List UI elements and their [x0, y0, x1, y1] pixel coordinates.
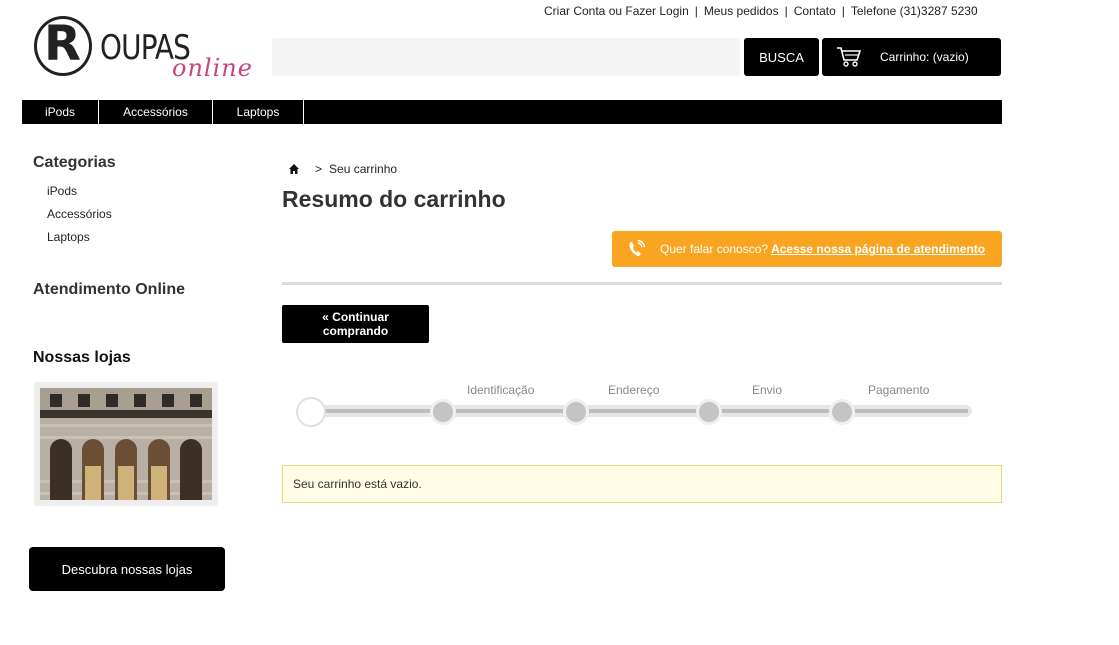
phone-icon [629, 239, 646, 256]
nav-item-ipods[interactable]: iPods [22, 100, 99, 124]
cart-button[interactable]: Carrinho: (vazio) [822, 38, 1001, 76]
login-link[interactable]: Criar Conta ou Fazer Login [544, 4, 689, 18]
contact-text: Quer falar conosco? [660, 242, 769, 256]
nav-item-accessorios[interactable]: Accessórios [99, 100, 213, 124]
breadcrumb: > Seu carrinho [288, 162, 397, 176]
main-nav: iPods Accessórios Laptops [22, 100, 1002, 124]
orders-link[interactable]: Meus pedidos [704, 4, 779, 18]
store-facade-image [40, 388, 212, 500]
divider [282, 282, 1002, 285]
step-dot-endereco [563, 399, 589, 425]
separator: | [841, 4, 845, 18]
category-link-ipods[interactable]: iPods [47, 184, 77, 198]
separator: | [694, 4, 698, 18]
logo-script: online [172, 54, 253, 82]
page-title: Resumo do carrinho [282, 186, 506, 212]
discover-stores-button[interactable]: Descubra nossas lojas [29, 547, 225, 591]
shopping-cart-icon [837, 47, 862, 67]
phone-link[interactable]: Telefone (31)3287 5230 [851, 4, 978, 18]
step-label-envio: Envio [752, 383, 783, 397]
separator: | [784, 4, 788, 18]
breadcrumb-current: Seu carrinho [329, 162, 398, 176]
step-label-identificacao: Identificação [467, 383, 535, 397]
store-logo[interactable]: R OUPAS online [34, 14, 264, 86]
cart-label: Carrinho: (vazio) [880, 50, 969, 64]
contact-banner: Quer falar conosco? Acesse nossa página … [612, 231, 1002, 267]
category-link-laptops[interactable]: Laptops [47, 230, 90, 244]
category-link-accessorios[interactable]: Accessórios [47, 207, 112, 221]
nav-item-laptops[interactable]: Laptops [213, 100, 304, 124]
store-image[interactable] [34, 382, 218, 506]
breadcrumb-separator: > [315, 162, 323, 176]
categories-heading: Categorias [33, 154, 116, 171]
top-links: Criar Conta ou Fazer Login | Meus pedidos |… [544, 4, 978, 18]
step-start-marker [296, 397, 326, 427]
continue-shopping-button[interactable]: « Continuar comprando [282, 305, 429, 343]
empty-cart-notice: Seu carrinho está vazio. [282, 465, 1002, 503]
checkout-progress-line [310, 409, 968, 413]
step-dot-identificacao [430, 399, 456, 425]
contact-link[interactable]: Contato [794, 4, 836, 18]
step-label-endereco: Endereço [608, 383, 660, 397]
search-input[interactable] [272, 38, 740, 76]
support-heading[interactable]: Atendimento Online [33, 281, 185, 299]
search-button[interactable]: BUSCA [744, 38, 819, 76]
logo-letter: R [44, 16, 81, 72]
home-icon[interactable] [288, 163, 300, 175]
step-label-pagamento: Pagamento [868, 383, 930, 397]
support-page-link[interactable]: Acesse nossa página de atendimento [771, 242, 985, 256]
step-dot-envio [696, 399, 722, 425]
step-dot-pagamento [829, 399, 855, 425]
stores-heading: Nossas lojas [33, 349, 131, 366]
